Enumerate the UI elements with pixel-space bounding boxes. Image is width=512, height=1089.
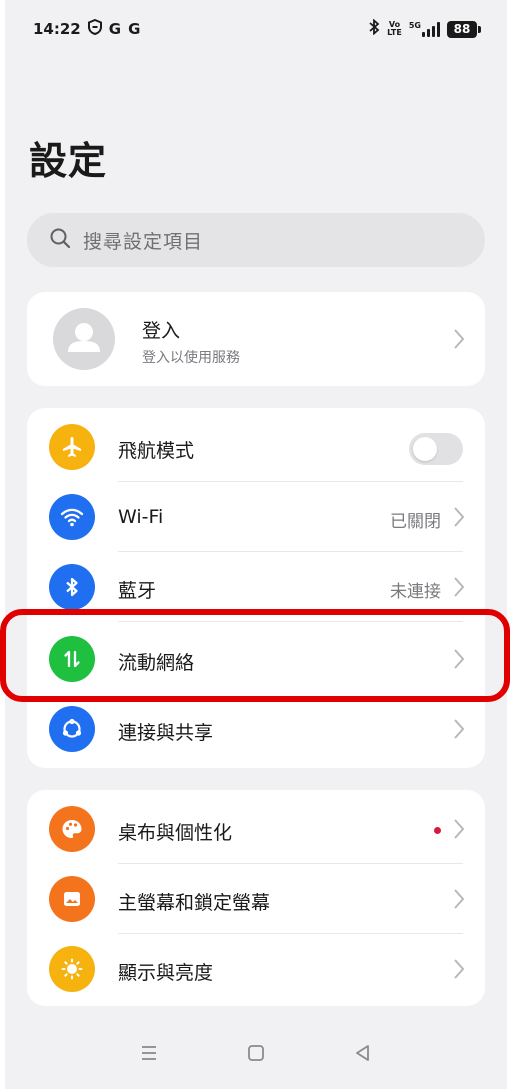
volte-bottom-text: LTE	[387, 28, 402, 37]
account-card[interactable]: 登入 登入以使用服務	[27, 292, 485, 386]
settings-item-wifi[interactable]: Wi-Fi 已關閉	[27, 482, 485, 552]
connection-share-icon	[49, 706, 95, 752]
item-label: 主螢幕和鎖定螢幕	[118, 892, 271, 914]
phone-screen: 14:22 G G Vo LTE 5G 88 設定 搜尋設定項目 登入 登入以使…	[5, 0, 507, 1089]
item-label: 藍牙	[118, 580, 157, 602]
menu-icon[interactable]	[138, 1042, 160, 1068]
airplane-mode-toggle[interactable]	[409, 433, 463, 465]
mobile-data-icon	[49, 636, 95, 682]
divider	[118, 621, 463, 622]
navigation-bar	[5, 1030, 507, 1080]
avatar-person-icon	[53, 308, 115, 370]
chevron-right-icon	[454, 649, 465, 669]
shield-icon	[87, 18, 102, 39]
status-left: 14:22 G G	[33, 18, 141, 39]
item-label: 顯示與亮度	[118, 962, 214, 984]
home-icon[interactable]	[245, 1042, 267, 1068]
display-card: 桌布與個性化 主螢幕和鎖定螢幕 顯示與亮度	[27, 790, 485, 1006]
network-type: 5G	[408, 20, 421, 30]
account-subtitle: 登入以使用服務	[142, 350, 240, 366]
item-label: 桌布與個性化	[118, 822, 233, 844]
settings-item-bluetooth[interactable]: 藍牙 未連接	[27, 552, 485, 622]
airplane-icon	[49, 424, 95, 470]
account-title: 登入	[142, 320, 181, 342]
item-status: 已關閉	[390, 512, 441, 532]
settings-item-airplane-mode[interactable]: 飛航模式	[27, 412, 485, 482]
bluetooth-icon	[49, 564, 95, 610]
notification-dot	[434, 827, 441, 834]
status-time: 14:22	[33, 20, 81, 38]
chevron-right-icon	[454, 577, 465, 597]
battery-indicator: 88	[447, 20, 481, 38]
settings-item-wallpaper-personalization[interactable]: 桌布與個性化	[27, 794, 485, 864]
settings-item-display-brightness[interactable]: 顯示與亮度	[27, 934, 485, 1004]
palette-icon	[49, 806, 95, 852]
chevron-right-icon	[454, 507, 465, 527]
chevron-right-icon	[454, 959, 465, 979]
settings-item-mobile-network[interactable]: 流動網絡	[27, 624, 485, 694]
chevron-right-icon	[454, 889, 465, 909]
chevron-right-icon	[454, 819, 465, 839]
chevron-right-icon	[454, 329, 465, 349]
settings-item-connection-sharing[interactable]: 連接與共享	[27, 694, 485, 764]
item-label: 連接與共享	[118, 722, 214, 744]
google-notification-icon: G	[108, 20, 122, 38]
connectivity-card: 飛航模式 Wi-Fi 已關閉 藍牙 未連接 流動網絡 連接與共享	[27, 408, 485, 768]
google-notification-icon: G	[128, 20, 141, 38]
status-right: Vo LTE 5G 88	[368, 18, 481, 39]
signal-bars	[422, 21, 440, 37]
item-status: 未連接	[390, 582, 441, 602]
chevron-right-icon	[454, 719, 465, 739]
volte-icon: Vo LTE	[387, 21, 402, 37]
item-label: 流動網絡	[118, 652, 195, 674]
status-bar: 14:22 G G Vo LTE 5G 88	[5, 0, 507, 58]
item-label: 飛航模式	[118, 440, 195, 462]
5g-signal-icon: 5G	[408, 20, 440, 37]
back-icon[interactable]	[352, 1042, 374, 1068]
bluetooth-icon	[368, 18, 380, 39]
search-placeholder: 搜尋設定項目	[83, 230, 204, 253]
brightness-icon	[49, 946, 95, 992]
home-lock-screen-icon	[49, 876, 95, 922]
settings-item-home-lock-screen[interactable]: 主螢幕和鎖定螢幕	[27, 864, 485, 934]
wifi-icon	[49, 494, 95, 540]
item-label: Wi-Fi	[118, 506, 164, 528]
page-title: 設定	[29, 139, 108, 183]
search-bar[interactable]: 搜尋設定項目	[27, 213, 485, 267]
search-icon	[49, 227, 71, 253]
